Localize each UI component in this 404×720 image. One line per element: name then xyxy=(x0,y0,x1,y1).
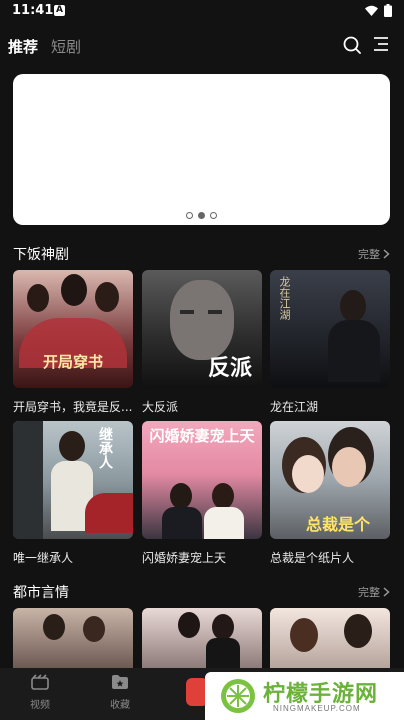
chevron-right-icon xyxy=(383,249,390,259)
drama-card[interactable]: 龙在江湖 龙在江湖 xyxy=(270,270,390,415)
drama-title: 开局穿书，我竟是反... xyxy=(13,400,133,414)
section-title: 下饭神剧 xyxy=(13,247,69,263)
drama-title: 唯一继承人 xyxy=(13,551,74,565)
carousel-dot-active[interactable] xyxy=(198,212,205,219)
drama-poster[interactable]: 开局穿书 xyxy=(13,270,133,388)
notification-icon: A xyxy=(54,5,65,16)
tab-recommend[interactable]: 推荐 xyxy=(8,36,38,57)
banner-carousel[interactable] xyxy=(13,74,390,225)
watermark-logo: 柠檬手游网 NINGMAKEUP.COM xyxy=(205,672,404,720)
drama-poster[interactable]: 继承人 xyxy=(13,421,133,539)
drama-card[interactable]: 开局穿书 开局穿书，我竟是反... xyxy=(13,270,133,415)
nav-label: 收藏 xyxy=(110,700,130,711)
carousel-dot[interactable] xyxy=(210,212,217,219)
drama-card[interactable]: 闪婚娇妻宠上天 闪婚娇妻宠上天 xyxy=(142,421,262,566)
battery-icon xyxy=(384,4,392,17)
section-more-link[interactable]: 完整 xyxy=(358,584,390,600)
section-more-link[interactable]: 完整 xyxy=(358,246,390,262)
drama-title: 龙在江湖 xyxy=(270,400,319,414)
drama-poster[interactable]: 总裁是个 xyxy=(270,421,390,539)
drama-card[interactable]: 总裁是个 总裁是个纸片人 xyxy=(270,421,390,566)
poster-title-art: 继承人 xyxy=(97,427,113,469)
wifi-icon xyxy=(365,5,378,16)
menu-icon[interactable] xyxy=(373,36,389,52)
section-title: 都市言情 xyxy=(13,585,69,601)
lemon-logo-icon xyxy=(221,679,255,713)
drama-poster[interactable] xyxy=(270,608,390,668)
drama-poster[interactable]: 闪婚娇妻宠上天 xyxy=(142,421,262,539)
poster-title-art: 开局穿书 xyxy=(42,353,103,371)
drama-poster[interactable]: 龙在江湖 xyxy=(270,270,390,388)
status-bar: 11:41 A xyxy=(0,0,404,22)
video-icon xyxy=(31,674,49,690)
poster-title-art: 龙在江湖 xyxy=(278,276,291,320)
nav-item-favorites[interactable]: 收藏 xyxy=(100,674,140,711)
drama-title: 闪婚娇妻宠上天 xyxy=(142,551,227,565)
drama-poster[interactable]: 反派 xyxy=(142,270,262,388)
drama-card[interactable]: 反派 大反派 xyxy=(142,270,262,415)
more-label: 完整 xyxy=(358,248,380,261)
watermark-url: NINGMAKEUP.COM xyxy=(273,704,361,713)
drama-poster[interactable] xyxy=(13,608,133,668)
poster-title-art: 闪婚娇妻宠上天 xyxy=(149,427,255,445)
nav-label: 视频 xyxy=(30,700,50,711)
status-icons xyxy=(365,4,392,17)
drama-poster[interactable] xyxy=(142,608,262,668)
more-label: 完整 xyxy=(358,586,380,599)
poster-title-art: 总裁是个 xyxy=(306,515,371,534)
header: 推荐 短剧 xyxy=(0,30,404,60)
poster-title-art: 反派 xyxy=(207,355,252,381)
nav-item-video[interactable]: 视频 xyxy=(20,674,60,711)
carousel-dot[interactable] xyxy=(186,212,193,219)
search-icon[interactable] xyxy=(343,36,361,54)
favorites-icon xyxy=(112,675,128,689)
chevron-right-icon xyxy=(383,587,390,597)
drama-card[interactable]: 继承人 唯一继承人 xyxy=(13,421,133,566)
drama-title: 大反派 xyxy=(142,400,179,414)
tab-short-drama[interactable]: 短剧 xyxy=(51,36,81,57)
carousel-dots xyxy=(13,212,390,219)
status-time: 11:41 xyxy=(12,3,54,18)
drama-title: 总裁是个纸片人 xyxy=(270,551,355,565)
